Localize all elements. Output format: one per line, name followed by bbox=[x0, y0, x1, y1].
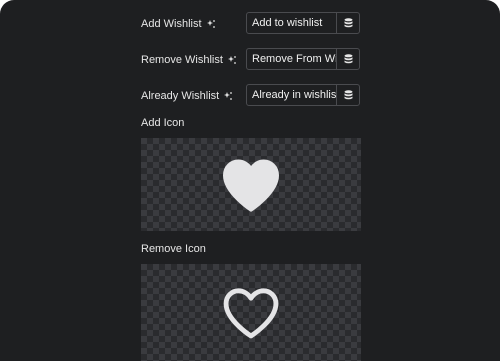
add-wishlist-label: Add Wishlist bbox=[141, 18, 202, 30]
remove-wishlist-label: Remove Wishlist bbox=[141, 54, 223, 66]
already-wishlist-label: Already Wishlist bbox=[141, 90, 220, 102]
add-icon-preview[interactable] bbox=[141, 138, 361, 231]
database-button[interactable] bbox=[336, 13, 359, 33]
settings-panel: Add Wishlist Remove Wishlist bbox=[0, 0, 500, 361]
already-wishlist-field bbox=[246, 84, 360, 106]
remove-wishlist-row: Remove Wishlist bbox=[141, 48, 361, 72]
remove-icon-preview[interactable] bbox=[141, 264, 361, 361]
database-icon bbox=[344, 18, 352, 28]
sparkle-icon[interactable] bbox=[206, 19, 216, 29]
remove-icon-label: Remove Icon bbox=[141, 243, 206, 255]
sparkle-icon[interactable] bbox=[223, 91, 233, 101]
sparkle-icon[interactable] bbox=[227, 55, 237, 65]
database-icon bbox=[344, 90, 352, 100]
database-button[interactable] bbox=[336, 49, 359, 69]
add-wishlist-field bbox=[246, 12, 360, 34]
add-wishlist-row: Add Wishlist bbox=[141, 12, 361, 36]
already-wishlist-input[interactable] bbox=[247, 85, 336, 105]
database-icon bbox=[344, 54, 352, 64]
database-button[interactable] bbox=[336, 85, 359, 105]
remove-wishlist-field bbox=[246, 48, 360, 70]
already-wishlist-row: Already Wishlist bbox=[141, 84, 361, 108]
heart-filled-icon bbox=[223, 159, 279, 212]
heart-outline-icon bbox=[223, 287, 279, 338]
remove-wishlist-input[interactable] bbox=[247, 49, 336, 69]
add-icon-label: Add Icon bbox=[141, 117, 185, 129]
add-wishlist-input[interactable] bbox=[247, 13, 336, 33]
